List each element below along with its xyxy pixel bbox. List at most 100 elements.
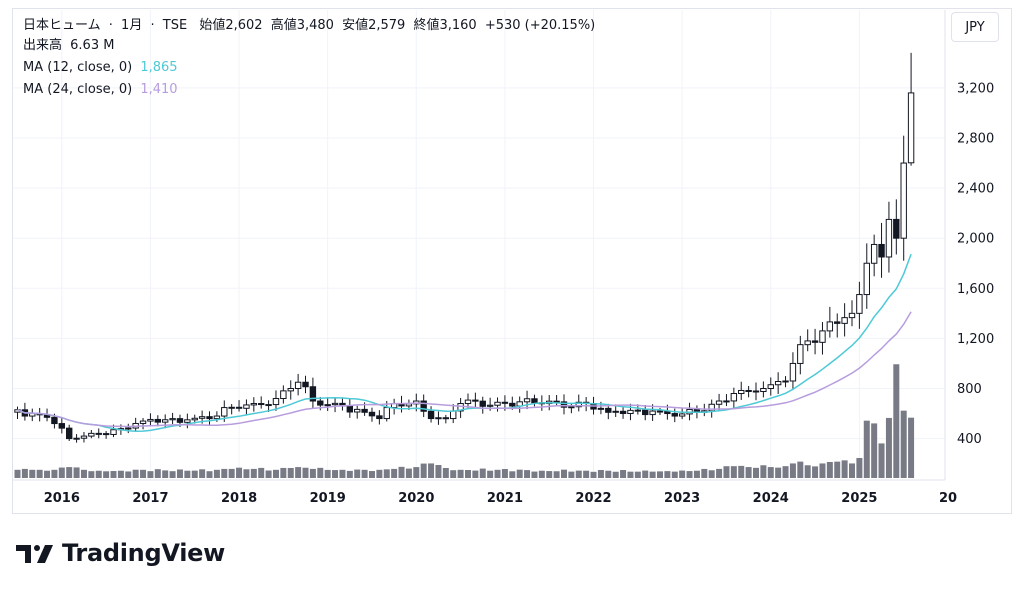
volume-bar xyxy=(679,470,686,478)
x-tick-label: 2023 xyxy=(664,491,700,506)
candle-body xyxy=(265,404,272,407)
volume-bar xyxy=(509,471,516,478)
symbol-name[interactable]: 日本ヒューム xyxy=(23,18,101,33)
candle-body xyxy=(627,409,634,415)
volume-bar xyxy=(789,463,796,478)
volume-bar xyxy=(871,423,878,478)
volume-bar xyxy=(671,471,678,478)
volume-bar xyxy=(221,468,228,478)
volume-bar xyxy=(450,470,457,478)
volume-bar xyxy=(878,443,885,478)
candle-body xyxy=(671,413,678,417)
candle-body xyxy=(870,243,878,264)
sep-2: · xyxy=(150,18,155,33)
volume-bar xyxy=(332,470,339,478)
volume-bar xyxy=(760,465,767,478)
volume-bar xyxy=(885,417,892,478)
volume-bar xyxy=(701,468,708,478)
volume-bar xyxy=(620,470,627,478)
volume-bar xyxy=(73,467,80,478)
x-tick-label: 2018 xyxy=(221,491,257,506)
candle-body xyxy=(368,411,376,417)
low-value: 2,579 xyxy=(368,18,406,33)
candle-body xyxy=(450,410,457,420)
volume-bar xyxy=(686,471,693,478)
candle-body xyxy=(656,410,664,413)
volume-bar xyxy=(649,471,656,478)
volume-bar xyxy=(354,469,361,478)
brand-text: TradingView xyxy=(62,539,225,567)
volume-bar xyxy=(228,468,235,478)
x-tick-label: 2022 xyxy=(575,491,611,506)
candle-body xyxy=(819,330,826,343)
high-label: 高値 xyxy=(270,18,297,33)
candle-body xyxy=(597,407,605,410)
volume-bar xyxy=(110,471,117,478)
volume-bar xyxy=(295,467,302,478)
candle-body xyxy=(900,162,907,239)
candle-body xyxy=(184,419,191,423)
volume-bar xyxy=(383,469,390,478)
candle-body xyxy=(154,418,162,423)
volume-bar xyxy=(250,468,257,478)
candle-body xyxy=(863,262,870,296)
ma12-value: 1,865 xyxy=(140,60,178,75)
volume-bar xyxy=(856,457,863,478)
volume-bar xyxy=(804,465,811,478)
volume-bar xyxy=(80,469,87,478)
volume-bar xyxy=(88,471,95,478)
volume-bar xyxy=(553,471,560,478)
volume-bar xyxy=(184,470,191,478)
volume-bar xyxy=(524,470,531,478)
candle-body xyxy=(501,401,509,404)
close-label: 終値 xyxy=(413,18,440,33)
candle-body xyxy=(80,435,88,439)
ma24-label: MA (24, close, 0) xyxy=(23,82,133,97)
ma12-label: MA (12, close, 0) xyxy=(23,60,133,75)
volume-bar xyxy=(900,410,907,478)
interval[interactable]: 1月 xyxy=(121,18,142,33)
candle-body xyxy=(848,312,856,319)
candle-body xyxy=(568,406,575,409)
volume-bar xyxy=(464,470,471,478)
volume-bar xyxy=(243,469,250,478)
legend-ma24[interactable]: MA (24, close, 0) 1,410 xyxy=(23,80,178,99)
candle-body xyxy=(486,404,494,407)
candle-body xyxy=(523,398,531,403)
y-tick-label: 1,200 xyxy=(957,332,994,347)
tradingview-logo[interactable]: TradingView xyxy=(16,538,225,568)
volume-bar xyxy=(413,467,420,478)
open-value: 2,602 xyxy=(225,18,263,33)
candle-body xyxy=(191,417,198,421)
volume-bar xyxy=(597,469,604,478)
candle-body xyxy=(427,410,435,420)
candle-body xyxy=(435,417,442,420)
volume-label: 出来高 xyxy=(23,38,63,53)
volume-bar xyxy=(265,470,272,478)
close-value: 3,160 xyxy=(439,18,477,33)
candle-body xyxy=(760,388,767,393)
volume-bar xyxy=(849,463,856,478)
volume-bar xyxy=(753,467,759,478)
volume-bar xyxy=(420,463,427,478)
candle-body xyxy=(634,409,642,412)
volume-bar xyxy=(546,471,553,478)
volume-bar xyxy=(361,469,368,478)
volume-bar xyxy=(140,469,147,478)
volume-bar xyxy=(272,469,279,478)
volume-bar xyxy=(797,461,804,478)
candle-body xyxy=(472,399,479,402)
candle-body xyxy=(88,432,95,437)
volume-bar xyxy=(634,471,641,478)
candle-body xyxy=(752,390,760,393)
volume-value: 6.63 M xyxy=(70,38,115,53)
y-tick-label: 2,400 xyxy=(957,182,994,197)
legend-ma12[interactable]: MA (12, close, 0) 1,865 xyxy=(23,58,178,77)
volume-bar xyxy=(44,470,51,478)
currency-button[interactable]: JPY xyxy=(951,12,999,42)
volume-bar xyxy=(302,467,309,478)
volume-bar xyxy=(103,471,110,478)
change-value: +530 (+20.15%) xyxy=(484,18,596,33)
volume-bar xyxy=(531,471,538,478)
candle-body xyxy=(715,400,723,405)
